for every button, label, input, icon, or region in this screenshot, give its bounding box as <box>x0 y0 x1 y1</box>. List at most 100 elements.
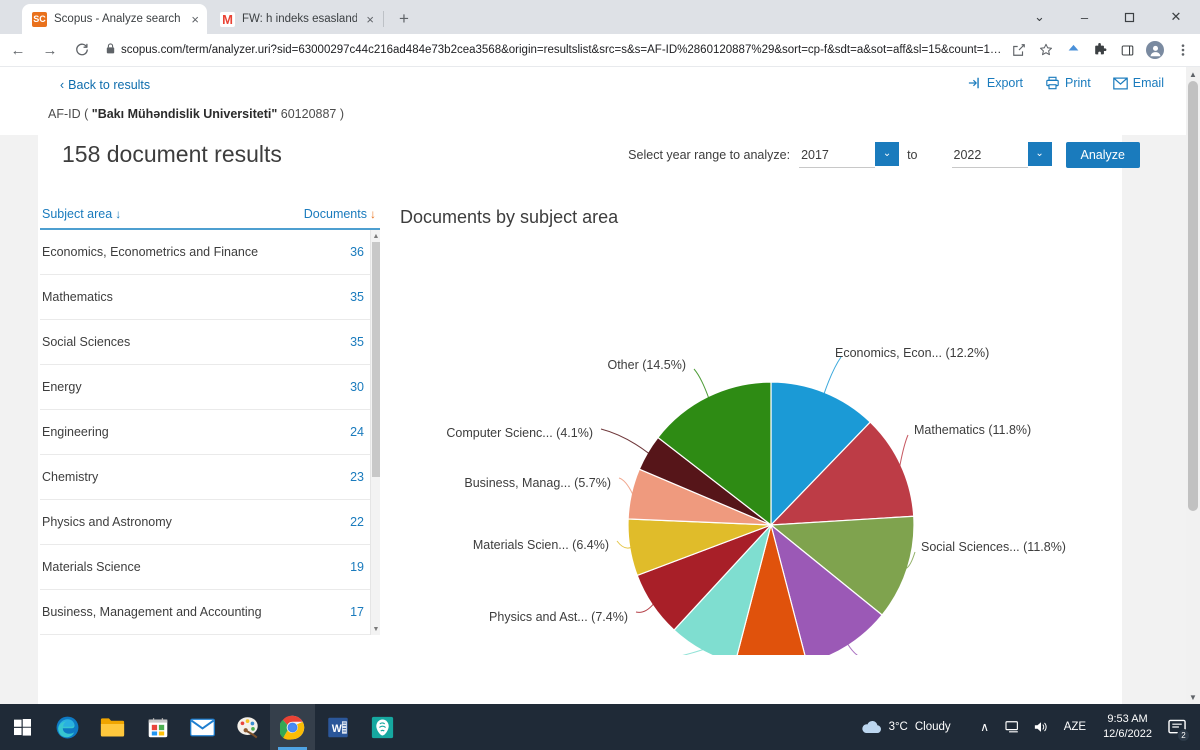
table-row[interactable]: Materials Science 19 <box>40 545 380 590</box>
print-label: Print <box>1065 76 1091 90</box>
word-icon[interactable]: W <box>315 704 360 750</box>
year-to-select[interactable]: 2022 ⌄ <box>951 141 1052 168</box>
scroll-down-icon[interactable]: ▼ <box>371 623 380 635</box>
analyze-button[interactable]: Analyze <box>1065 142 1140 168</box>
page-scrollbar-thumb[interactable] <box>1188 81 1198 511</box>
pie-leader-line <box>847 644 858 655</box>
table-scrollbar[interactable]: ▲ ▼ <box>370 230 380 635</box>
microsoft-store-icon[interactable] <box>135 704 180 750</box>
mail-icon[interactable] <box>180 704 225 750</box>
sync-icon[interactable] <box>1065 42 1081 58</box>
window-controls: ⌄ – ✕ <box>1017 0 1200 34</box>
printer-icon <box>1046 76 1059 90</box>
year-from-select[interactable]: 2017 ⌄ <box>799 141 900 168</box>
tab-search-icon[interactable]: ⌄ <box>1017 0 1062 34</box>
print-button[interactable]: Print <box>1045 76 1091 90</box>
pie-slice-label: Other (14.5%) <box>607 358 686 372</box>
table-row[interactable]: Economics, Econometrics and Finance 36 <box>40 230 380 275</box>
chart-title: Documents by subject area <box>400 207 619 227</box>
chrome-icon[interactable] <box>270 704 315 750</box>
sidepanel-icon[interactable] <box>1119 42 1135 58</box>
network-icon[interactable] <box>999 704 1027 750</box>
start-button[interactable] <box>0 704 45 750</box>
scrollbar-thumb[interactable] <box>372 242 380 477</box>
profile-avatar[interactable] <box>1146 41 1164 59</box>
paint-icon[interactable] <box>225 704 270 750</box>
browser-tab-gmail[interactable]: M FW: h indeks esaslandirma - elsu × <box>210 4 382 34</box>
back-to-results-link[interactable]: ‹ Back to results <box>60 78 150 92</box>
close-icon[interactable]: × <box>366 12 374 27</box>
table-row[interactable]: Business, Management and Accounting 17 <box>40 590 380 635</box>
page-scrollbar[interactable]: ▲ ▼ <box>1186 67 1200 704</box>
pie-slice-label: Physics and Ast... (7.4%) <box>489 610 628 624</box>
weather-widget[interactable]: 3°C Cloudy <box>860 720 951 735</box>
table-row[interactable]: Mathematics 35 <box>40 275 380 320</box>
table-row[interactable]: Engineering 24 <box>40 410 380 455</box>
document-count[interactable]: 22 <box>350 515 364 529</box>
page-scroll-up-icon[interactable]: ▲ <box>1186 67 1200 81</box>
document-count[interactable]: 35 <box>350 335 364 349</box>
column-header-subject-area[interactable]: Subject area ↓ <box>42 207 121 221</box>
document-count[interactable]: 17 <box>350 605 364 619</box>
subject-area-name: Economics, Econometrics and Finance <box>42 245 259 259</box>
chrome-menu-icon[interactable] <box>1175 42 1191 58</box>
tray-chevron-icon[interactable]: ∧ <box>971 704 999 750</box>
document-count[interactable]: 35 <box>350 290 364 304</box>
store-glyph <box>148 717 167 737</box>
table-row[interactable]: Social Sciences 35 <box>40 320 380 365</box>
close-window-button[interactable]: ✕ <box>1152 0 1200 34</box>
edge-glyph <box>56 716 79 738</box>
reload-icon[interactable] <box>68 36 96 64</box>
share-icon[interactable] <box>1011 42 1027 58</box>
chevron-down-icon[interactable]: ⌄ <box>1027 141 1052 166</box>
screen: SC Scopus - Analyze search results | × M… <box>0 0 1200 750</box>
year-range-to-label: to <box>907 148 918 162</box>
scroll-up-icon[interactable]: ▲ <box>371 230 380 242</box>
document-count[interactable]: 36 <box>350 245 364 259</box>
svg-text:W: W <box>331 722 341 734</box>
affiliation-query: AF-ID ( "Bakı Mühəndislik Universiteti" … <box>48 107 344 121</box>
export-button[interactable]: Export <box>968 76 1023 90</box>
weather-temp: 3°C <box>888 721 908 733</box>
close-icon[interactable]: × <box>191 12 199 27</box>
document-count[interactable]: 30 <box>350 380 364 394</box>
address-bar[interactable]: scopus.com/term/analyzer.uri?sid=6300029… <box>106 38 1003 62</box>
pie-leader-line <box>682 649 704 655</box>
email-label: Email <box>1132 76 1164 90</box>
page-actions: Export Print Email <box>968 76 1164 90</box>
chevron-down-icon[interactable]: ⌄ <box>875 141 900 166</box>
table-row[interactable]: Physics and Astronomy 22 <box>40 500 380 545</box>
volume-icon[interactable] <box>1027 704 1055 750</box>
bookmark-star-icon[interactable] <box>1038 42 1054 58</box>
extensions-icon[interactable] <box>1092 42 1108 58</box>
notification-center-button[interactable]: 2 <box>1160 704 1194 750</box>
edge-icon[interactable] <box>45 704 90 750</box>
pie-chart-svg: Economics, Econ... (12.2%) Mathematics (1… <box>446 346 1066 655</box>
pie-leader-line <box>618 477 633 495</box>
pie-slice-label: Social Sciences... (11.8%) <box>921 540 1066 554</box>
taskbar-clock[interactable]: 9:53 AM 12/6/2022 <box>1095 712 1160 742</box>
back-icon[interactable]: ← <box>4 36 32 64</box>
file-explorer-icon[interactable] <box>90 704 135 750</box>
new-tab-button[interactable]: + <box>393 8 415 30</box>
cloud-icon <box>861 720 881 733</box>
table-row[interactable]: Energy 30 <box>40 365 380 410</box>
table-row[interactable]: Chemistry 23 <box>40 455 380 500</box>
document-count[interactable]: 23 <box>350 470 364 484</box>
browser-tab-scopus[interactable]: SC Scopus - Analyze search results | × <box>22 4 207 34</box>
forward-icon[interactable]: → <box>36 36 64 64</box>
column-header-documents[interactable]: Documents ↓ <box>304 207 376 221</box>
language-indicator[interactable]: AZE <box>1055 721 1095 733</box>
subject-area-label: Subject area <box>42 207 113 221</box>
maximize-button[interactable] <box>1107 0 1152 34</box>
app-icon[interactable] <box>360 704 405 750</box>
email-button[interactable]: Email <box>1112 76 1164 90</box>
page-viewport: ‹ Back to results AF-ID ( "Bakı Mühəndis… <box>0 67 1200 704</box>
subject-area-name: Social Sciences <box>42 335 131 349</box>
page-scroll-down-icon[interactable]: ▼ <box>1186 690 1200 704</box>
document-count[interactable]: 19 <box>350 560 364 574</box>
scopus-icon: SC <box>32 11 47 27</box>
folder-glyph <box>100 718 125 737</box>
document-count[interactable]: 24 <box>350 425 364 439</box>
minimize-button[interactable]: – <box>1062 0 1107 34</box>
